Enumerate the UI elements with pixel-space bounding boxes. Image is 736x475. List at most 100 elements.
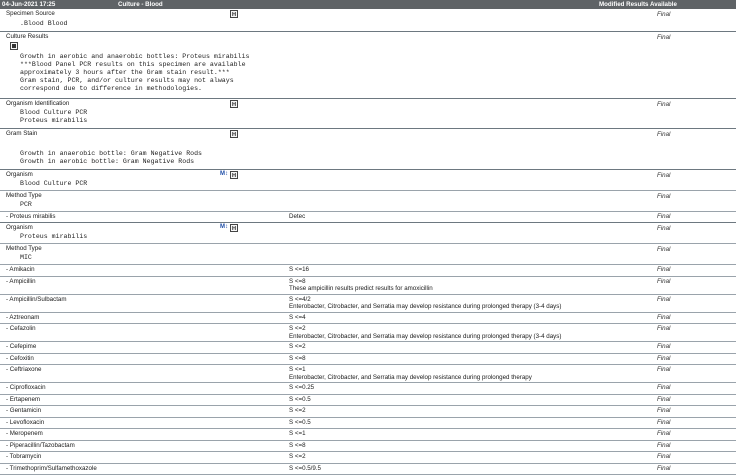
antibiotic-result: S <=4 xyxy=(289,314,306,321)
antibiotic-name: - Meropenem xyxy=(6,430,43,437)
antibiotic-result: S <=4/2 xyxy=(289,296,311,303)
detect-status: Final xyxy=(657,213,670,220)
antibiotic-result: S <=2 xyxy=(289,407,306,414)
culture-line-4: Gram stain, PCR, and/or culture results … xyxy=(20,77,234,85)
antibiotic-status: Final xyxy=(657,278,670,285)
antibiotic-status: Final xyxy=(657,396,670,403)
detect-result: Detec xyxy=(289,213,305,220)
method-type-value: MIC xyxy=(20,254,32,262)
antibiotic-row[interactable]: - Trimethoprim/Sulfamethoxazole S <=0.5/9… xyxy=(0,464,736,475)
antibiotic-name: - Piperacillin/Tazobactam xyxy=(6,442,75,449)
antibiotic-name: - Amikacin xyxy=(6,266,35,273)
organism-status: Final xyxy=(657,225,670,232)
organism-value: Blood Culture PCR xyxy=(20,180,87,188)
history-icon[interactable]: H xyxy=(230,130,238,138)
antibiotic-row[interactable]: - Amikacin S <=16 Final xyxy=(0,265,736,277)
antibiotic-status: Final xyxy=(657,314,670,321)
antibiotic-row[interactable]: - Cefoxitin S <=8 Final xyxy=(0,354,736,366)
antibiotic-status: Final xyxy=(657,419,670,426)
antibiotic-status: Final xyxy=(657,407,670,414)
antibiotic-status: Final xyxy=(657,453,670,460)
section-organism-pcr: Organism M↕ H Final Blood Culture PCR xyxy=(0,170,736,191)
antibiotic-table: - AmikacinS <=16Final- AmpicillinS <=8Fi… xyxy=(0,265,736,475)
method-type-row: Method Type Final MIC xyxy=(0,244,736,265)
antibiotic-result: S <=0.5 xyxy=(289,396,311,403)
section-gram-stain: Gram Stain H Final Growth in anaerobic b… xyxy=(0,129,736,170)
expand-icon[interactable] xyxy=(10,42,18,50)
antibiotic-name: - Trimethoprim/Sulfamethoxazole xyxy=(6,465,97,472)
gram-stain-status: Final xyxy=(657,131,670,138)
method-type-label: Method Type xyxy=(6,192,42,199)
section-organism-mic: Organism M↕ H Final Proteus mirabilis xyxy=(0,223,736,244)
antibiotic-row[interactable]: - CeftriaxoneS <=1FinalEnterobacter, Cit… xyxy=(0,365,736,383)
antibiotic-row[interactable]: - Piperacillin/TazobactamS <=8Final xyxy=(0,441,736,453)
culture-results-label: Culture Results xyxy=(6,33,48,40)
antibiotic-result: S <=8 xyxy=(289,278,306,285)
culture-line-2: ***Blood Panel PCR results on this speci… xyxy=(20,61,246,69)
antibiotic-result: S <=1 xyxy=(289,430,306,437)
antibiotic-row[interactable]: - AmpicillinS <=8FinalThese ampicillin r… xyxy=(0,277,736,295)
antibiotic-status: Final xyxy=(657,442,670,449)
antibiotic-note: Enterobacter, Citrobacter, and Serratia … xyxy=(289,333,561,340)
orgid-line-2: Proteus mirabilis xyxy=(20,117,87,125)
antibiotic-row[interactable]: - Ertapenem S <=0.5 Final xyxy=(0,395,736,407)
antibiotic-name: - Tobramycin xyxy=(6,453,41,460)
antibiotic-status: Final xyxy=(657,355,670,362)
gram-stain-label: Gram Stain xyxy=(6,130,37,137)
organism-identification-label: Organism Identification xyxy=(6,100,69,107)
antibiotic-result: S <=0.5 xyxy=(289,419,311,426)
antibiotic-result: S <=2 xyxy=(289,343,306,350)
result-datetime: 04-Jun-2021 17:25 xyxy=(2,0,55,9)
gram-line-1: Growth in anaerobic bottle: Gram Negativ… xyxy=(20,150,202,158)
antibiotic-name: - Ampicillin/Sulbactam xyxy=(6,296,67,303)
microbiology-icon[interactable]: M↕ xyxy=(220,224,228,230)
antibiotic-row[interactable]: - CefazolinS <=2FinalEnterobacter, Citro… xyxy=(0,324,736,342)
antibiotic-name: - Cefoxitin xyxy=(6,355,34,362)
section-specimen-source: Specimen Source H Final .Blood Blood xyxy=(0,9,736,32)
antibiotic-name: - Ertapenem xyxy=(6,396,40,403)
history-icon[interactable]: H xyxy=(230,10,238,18)
antibiotic-name: - Aztreonam xyxy=(6,314,39,321)
detect-row[interactable]: - Proteus mirabilis Detec Final xyxy=(0,212,736,223)
antibiotic-row[interactable]: - TobramycinS <=2Final xyxy=(0,452,736,464)
antibiotic-note: Enterobacter, Citrobacter, and Serratia … xyxy=(289,374,532,381)
culture-line-3: approximately 3 hours after the Gram sta… xyxy=(20,69,230,77)
culture-line-1: Growth in aerobic and anaerobic bottles:… xyxy=(20,53,250,61)
antibiotic-name: - Ciprofloxacin xyxy=(6,384,46,391)
antibiotic-result: S <=0.5/9.5 xyxy=(289,465,321,472)
organism-label: Organism xyxy=(6,171,33,178)
method-type-row: Method Type Final PCR xyxy=(0,191,736,212)
history-icon[interactable]: H xyxy=(230,171,238,179)
antibiotic-status: Final xyxy=(657,343,670,350)
antibiotic-name: - Gentamicin xyxy=(6,407,41,414)
antibiotic-row[interactable]: - CefepimeS <=2Final xyxy=(0,342,736,354)
organism-label: Organism xyxy=(6,224,33,231)
culture-results-status: Final xyxy=(657,34,670,41)
organism-status: Final xyxy=(657,172,670,179)
antibiotic-note: Enterobacter, Citrobacter, and Serratia … xyxy=(289,303,561,310)
antibiotic-row[interactable]: - Aztreonam S <=4 Final xyxy=(0,313,736,325)
orgid-line-1: Blood Culture PCR xyxy=(20,109,87,117)
specimen-source-status: Final xyxy=(657,11,670,18)
antibiotic-row[interactable]: - CiprofloxacinS <=0.25Final xyxy=(0,383,736,395)
antibiotic-row[interactable]: - LevofloxacinS <=0.5Final xyxy=(0,418,736,430)
method-type-label: Method Type xyxy=(6,245,42,252)
antibiotic-status: Final xyxy=(657,266,670,273)
microbiology-icon[interactable]: M↕ xyxy=(220,171,228,177)
gram-line-2: Growth in aerobic bottle: Gram Negative … xyxy=(20,158,194,166)
history-icon[interactable]: H xyxy=(230,100,238,108)
antibiotic-row[interactable]: - MeropenemS <=1Final xyxy=(0,429,736,441)
antibiotic-note: These ampicillin results predict results… xyxy=(289,285,433,292)
antibiotic-status: Final xyxy=(657,366,670,373)
antibiotic-result: S <=1 xyxy=(289,366,306,373)
result-title: Culture - Blood xyxy=(118,0,163,9)
antibiotic-row[interactable]: - Gentamicin S <=2 Final xyxy=(0,406,736,418)
antibiotic-result: S <=8 xyxy=(289,355,306,362)
antibiotic-result: S <=16 xyxy=(289,266,309,273)
method-type-status: Final xyxy=(657,246,670,253)
antibiotic-status: Final xyxy=(657,384,670,391)
specimen-source-value: .Blood Blood xyxy=(20,20,67,28)
method-type-value: PCR xyxy=(20,201,32,209)
history-icon[interactable]: H xyxy=(230,224,238,232)
antibiotic-row[interactable]: - Ampicillin/SulbactamS <=4/2FinalEntero… xyxy=(0,295,736,313)
